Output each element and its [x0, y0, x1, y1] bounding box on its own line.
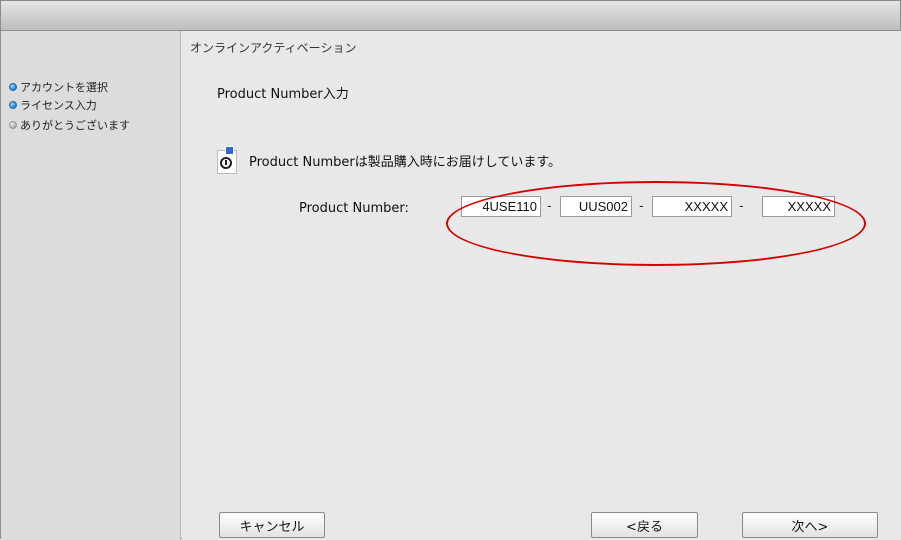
product-number-field-2[interactable]: UUS002 — [560, 196, 632, 217]
info-text: Product Numberは製品購入時にお届けしています。 — [249, 154, 562, 170]
step-label: ありがとうございます — [20, 119, 130, 132]
separator: - — [639, 199, 644, 214]
section-title: Product Number入力 — [217, 87, 349, 102]
highlight-ellipse — [446, 181, 866, 266]
next-button[interactable]: 次へ> — [742, 512, 878, 538]
window-titlebar[interactable] — [1, 1, 900, 31]
main-panel: オンラインアクティベーション Product Number入力 Product … — [182, 31, 901, 540]
info-message: Product Numberは製品購入時にお届けしています。 — [217, 143, 561, 177]
step-license-input: ライセンス入力 — [9, 97, 97, 113]
step-thank-you: ありがとうございます — [9, 117, 130, 133]
product-number-field-3[interactable]: XXXXX — [652, 196, 732, 217]
step-done-icon — [9, 83, 17, 91]
separator: - — [739, 199, 744, 214]
page-header: オンラインアクティベーション — [190, 41, 357, 55]
separator: - — [547, 199, 552, 214]
activation-window: アカウントを選択 ライセンス入力 ありがとうございます オンラインアクティベーシ… — [0, 0, 901, 540]
product-number-label: Product Number: — [299, 201, 409, 216]
step-pending-icon — [9, 121, 17, 129]
product-number-field-1[interactable]: 4USE110 — [461, 196, 541, 217]
step-select-account: アカウントを選択 — [9, 79, 108, 95]
step-label: ライセンス入力 — [20, 99, 97, 112]
cancel-button[interactable]: キャンセル — [219, 512, 325, 538]
step-label: アカウントを選択 — [20, 81, 108, 94]
product-number-field-4[interactable]: XXXXX — [762, 196, 835, 217]
back-button[interactable]: <戻る — [591, 512, 698, 538]
steps-sidebar: アカウントを選択 ライセンス入力 ありがとうございます — [1, 31, 181, 540]
info-document-icon — [217, 146, 239, 174]
step-current-icon — [9, 101, 17, 109]
